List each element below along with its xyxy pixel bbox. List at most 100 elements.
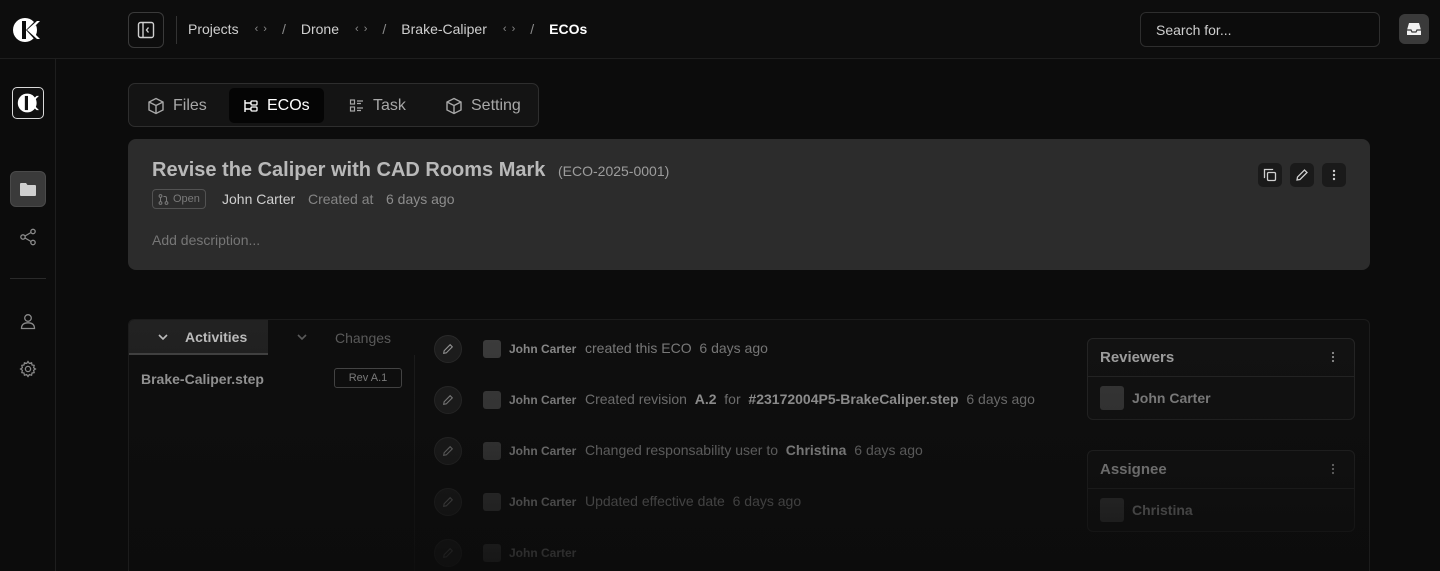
avatar	[483, 544, 501, 562]
pencil-icon	[434, 386, 462, 414]
pencil-icon	[1296, 169, 1308, 181]
avatar	[1100, 498, 1124, 522]
tab-task[interactable]: Task	[335, 88, 420, 123]
eco-details-panel: Activities Changes Brake-Caliper.step Re…	[128, 319, 1370, 571]
activity-time: 6 days ago	[732, 493, 802, 509]
status-label: Open	[173, 193, 200, 205]
activity-action: Changed responsability user to	[585, 442, 779, 458]
chevron-expand-icon[interactable]: ‹ ›	[503, 23, 516, 35]
activity-text: Updated effective date 6 days ago	[585, 493, 801, 509]
search-input[interactable]	[1140, 12, 1380, 47]
sidebar-toggle-button[interactable]	[128, 12, 164, 48]
gear-icon	[19, 360, 37, 378]
created-label: Created at	[308, 191, 374, 207]
more-vertical-icon[interactable]	[1326, 462, 1340, 476]
activity-action: created this ECO	[585, 340, 692, 356]
top-bar: Projects ‹ › / Drone ‹ › / Brake-Caliper…	[0, 0, 1440, 59]
nav-profile-button[interactable]	[10, 303, 46, 339]
tab-label: Files	[173, 96, 207, 114]
tab-label: Setting	[471, 96, 521, 114]
activity-action: Updated effective date	[585, 493, 725, 509]
activity-text: Changed responsability user to Christina…	[585, 442, 923, 458]
avatar	[483, 493, 501, 511]
tab-ecos[interactable]: ECOs	[229, 88, 324, 123]
activity-text: Created revision A.2 for #23172004P5-Bra…	[585, 391, 1035, 407]
eco-header-card: Revise the Caliper with CAD Rooms Mark (…	[128, 139, 1370, 270]
reviewer-name: John Carter	[1132, 390, 1211, 406]
tab-label: ECOs	[267, 96, 310, 114]
cube-icon	[148, 97, 164, 114]
avatar	[483, 340, 501, 358]
eco-author[interactable]: John Carter	[222, 191, 295, 207]
tree-icon	[244, 99, 258, 112]
eco-title[interactable]: Revise the Caliper with CAD Rooms Mark	[152, 159, 545, 182]
description-field[interactable]: Add description...	[152, 232, 260, 248]
breadcrumb-item-brake-caliper[interactable]: Brake-Caliper	[401, 21, 487, 37]
tab-activities[interactable]: Activities	[129, 320, 268, 355]
breadcrumb-item-projects[interactable]: Projects	[188, 21, 239, 37]
pencil-icon	[434, 539, 462, 567]
nav-share-button[interactable]	[10, 219, 46, 255]
copy-button[interactable]	[1258, 163, 1282, 187]
revision-badge[interactable]: Rev A.1	[334, 368, 402, 388]
eco-id: (ECO-2025-0001)	[558, 163, 670, 179]
chevron-expand-icon[interactable]: ‹ ›	[255, 23, 268, 35]
pull-request-icon	[158, 193, 169, 205]
activity-action: Created revision	[585, 391, 687, 407]
tab-changes[interactable]: Changes	[268, 320, 414, 355]
status-badge: Open	[152, 189, 206, 209]
assignee-title: Assignee	[1100, 461, 1167, 478]
avatar	[1100, 386, 1124, 410]
more-button[interactable]	[1322, 163, 1346, 187]
activity-user[interactable]: John Carter	[509, 495, 576, 509]
chevron-down-icon	[158, 334, 168, 341]
share-icon	[20, 228, 36, 246]
avatar	[483, 442, 501, 460]
inbox-button[interactable]	[1399, 14, 1429, 44]
reviewer-item[interactable]: John Carter	[1088, 377, 1354, 419]
divider	[10, 278, 46, 279]
file-link[interactable]: #23172004P5-BrakeCaliper.step	[748, 391, 958, 407]
breadcrumb: Projects ‹ › / Drone ‹ › / Brake-Caliper…	[188, 21, 587, 37]
breadcrumb-separator: /	[382, 21, 387, 37]
changed-files-list: Brake-Caliper.step Rev A.1	[129, 355, 415, 571]
activity-connector: for	[724, 391, 741, 407]
file-name[interactable]: Brake-Caliper.step	[141, 371, 264, 387]
activity-user[interactable]: John Carter	[509, 546, 576, 560]
activity-user[interactable]: John Carter	[509, 444, 576, 458]
assignee-header: Assignee	[1088, 451, 1354, 489]
user-link[interactable]: Christina	[786, 442, 847, 458]
reviewers-title: Reviewers	[1100, 349, 1175, 366]
activity-user[interactable]: John Carter	[509, 342, 576, 356]
activity-time: 6 days ago	[966, 391, 1035, 407]
tab-label: Changes	[335, 329, 392, 346]
tab-files[interactable]: Files	[133, 88, 221, 123]
tab-label: Task	[373, 96, 406, 114]
workspace-logo-icon[interactable]	[12, 87, 44, 119]
user-icon	[20, 314, 36, 330]
edit-button[interactable]	[1290, 163, 1314, 187]
app-logo-icon[interactable]	[12, 17, 40, 43]
pencil-icon	[434, 437, 462, 465]
nav-settings-button[interactable]	[10, 351, 46, 387]
revision-link[interactable]: A.2	[695, 391, 717, 407]
sidebar-toggle-icon	[137, 21, 155, 39]
assignee-name: Christina	[1132, 502, 1193, 518]
reviewers-box: Reviewers John Carter	[1087, 338, 1355, 420]
breadcrumb-item-drone[interactable]: Drone	[301, 21, 339, 37]
tab-label: Activities	[185, 328, 248, 345]
more-vertical-icon[interactable]	[1326, 350, 1340, 364]
inbox-icon	[1407, 23, 1421, 35]
left-sidebar	[0, 59, 56, 571]
nav-projects-button[interactable]	[10, 171, 46, 207]
more-vertical-icon	[1332, 169, 1336, 181]
tab-setting[interactable]: Setting	[431, 88, 535, 123]
activity-time: 6 days ago	[699, 340, 768, 356]
activity-user[interactable]: John Carter	[509, 393, 576, 407]
avatar	[483, 391, 501, 409]
chevron-expand-icon[interactable]: ‹ ›	[355, 23, 368, 35]
settings-cube-icon	[446, 97, 462, 114]
assignee-item[interactable]: Christina	[1088, 489, 1354, 531]
divider	[176, 16, 177, 44]
breadcrumb-item-current[interactable]: ECOs	[549, 21, 587, 37]
